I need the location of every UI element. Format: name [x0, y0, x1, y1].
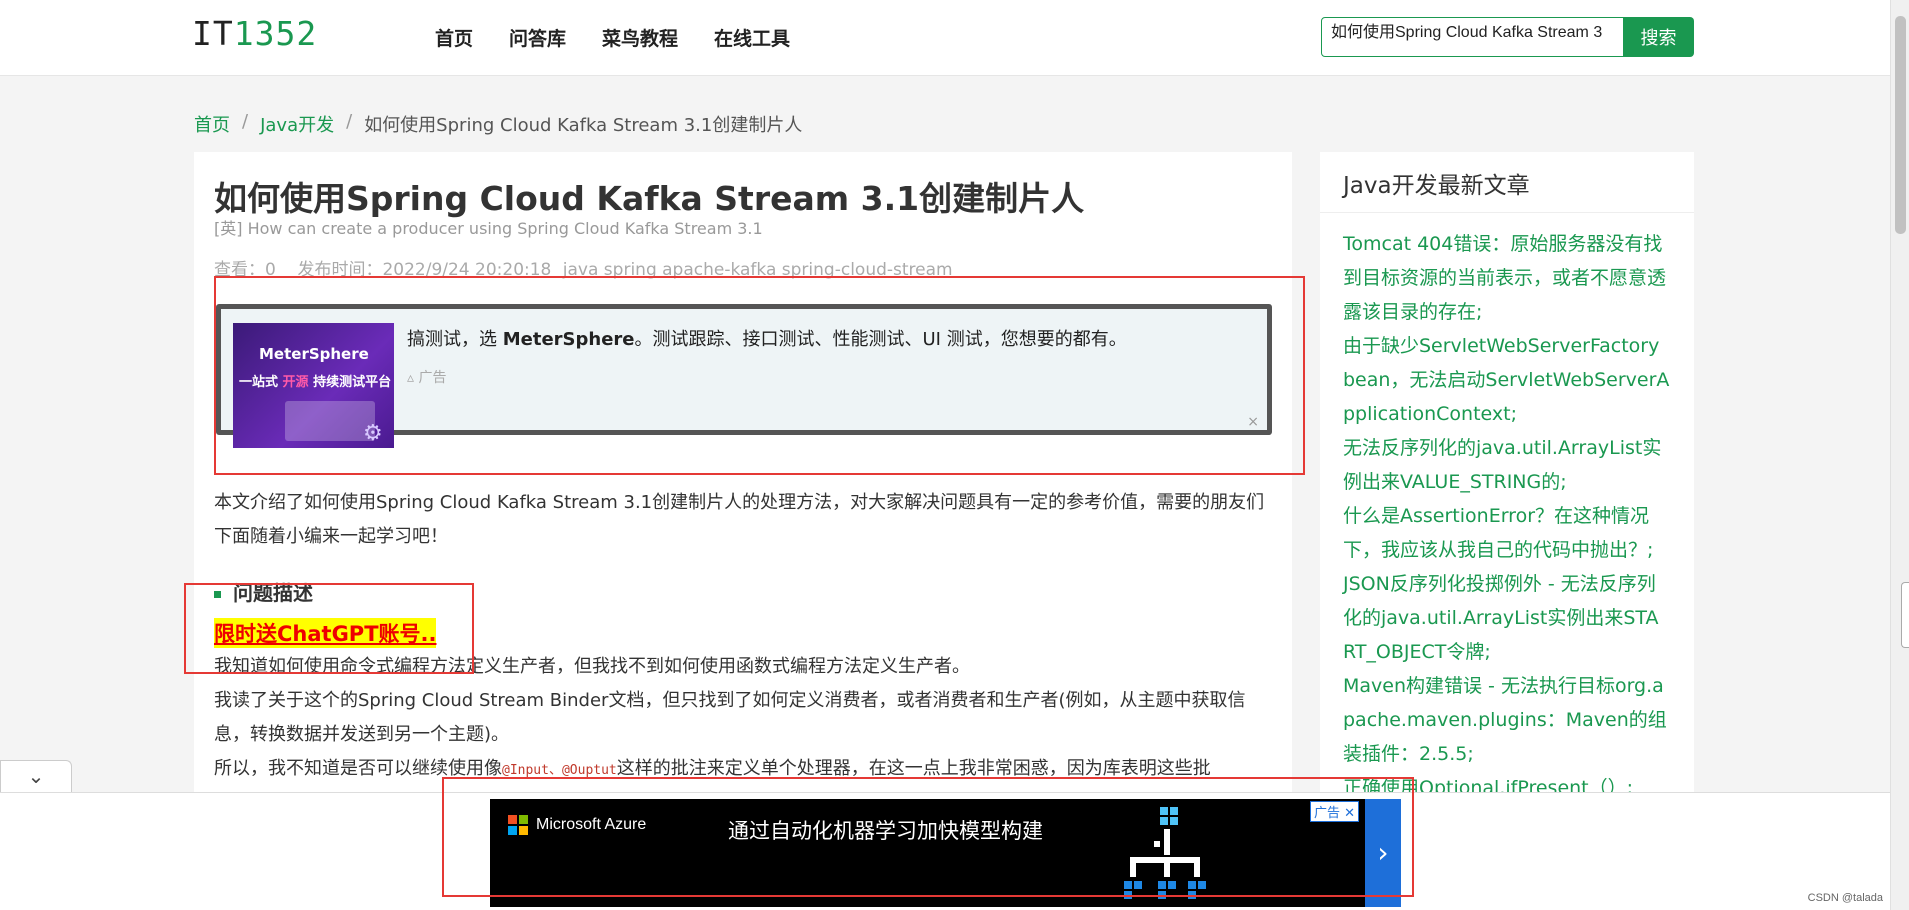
ad-label: ▵ 广告 [407, 370, 447, 386]
sidebar-link[interactable]: Tomcat 404错误：原始服务器没有找到目标资源的当前表示，或者不愿意透露该… [1343, 227, 1671, 329]
ad-text[interactable]: 搞测试，选 MeterSphere。测试跟踪、接口测试、性能测试、UI 测试，您… [407, 325, 1127, 351]
nav-tutorials[interactable]: 菜鸟教程 [602, 24, 678, 51]
azure-banner-ad[interactable]: Microsoft Azure 通过自动化机器学习加快模型构建 广告 ✕ › [490, 799, 1401, 907]
site-header: IT1352 首页 问答库 菜鸟教程 在线工具 如何使用Spring Cloud… [0, 0, 1890, 76]
nav-qa[interactable]: 问答库 [509, 24, 566, 51]
microsoft-logo-icon [508, 815, 528, 835]
ad-triangle-icon: ▵ [407, 370, 415, 386]
breadcrumb-home[interactable]: 首页 [194, 111, 230, 137]
breadcrumb-separator: / [346, 111, 353, 132]
sidebar-latest-articles: Java开发最新文章 Tomcat 404错误：原始服务器没有找到目标资源的当前… [1320, 152, 1694, 799]
sidebar-list: Tomcat 404错误：原始服务器没有找到目标资源的当前表示，或者不愿意透露该… [1320, 213, 1694, 805]
sidebar-link[interactable]: 无法反序列化的java.util.ArrayList实例出来VALUE_STRI… [1343, 431, 1671, 499]
nav-tools[interactable]: 在线工具 [714, 24, 790, 51]
search-input[interactable]: 如何使用Spring Cloud Kafka Stream 3 [1321, 17, 1624, 57]
article-paragraph: 我读了关于这个的Spring Cloud Stream Binder文档，但只找… [214, 690, 1246, 745]
article-subtitle: [英] How can create a producer using Spri… [214, 219, 763, 238]
view-count: 查看：0 [214, 260, 276, 280]
sidebar-link[interactable]: 由于缺少ServletWebServerFactory bean，无法启动Ser… [1343, 329, 1671, 431]
section-title: 问题描述 [214, 577, 313, 606]
article-title: 如何使用Spring Cloud Kafka Stream 3.1创建制片人 [214, 179, 1085, 218]
chevron-right-icon[interactable]: › [1365, 799, 1401, 907]
ad-badge[interactable]: 广告 ✕ [1309, 801, 1359, 822]
breadcrumb-current: 如何使用Spring Cloud Kafka Stream 3.1创建制片人 [364, 115, 803, 136]
sidebar-title: Java开发最新文章 [1320, 152, 1694, 213]
dashboard-illustration [285, 401, 375, 441]
ad-image-tagline: 一站式 开源 持续测试平台 [239, 375, 392, 390]
network-pixel-icon [1124, 807, 1206, 899]
breadcrumb-category[interactable]: Java开发 [260, 111, 334, 137]
sidebar-link[interactable]: Maven构建错误 - 无法执行目标org.apache.maven.plugi… [1343, 669, 1671, 771]
sidebar-link[interactable]: JSON反序列化投掷例外 - 无法反序列化的java.util.ArrayLis… [1343, 567, 1671, 669]
article-tags[interactable]: java spring apache-kafka spring-cloud-st… [563, 260, 953, 280]
metersphere-ad[interactable]: MeterSphere 一站式 开源 持续测试平台 ⚙ 搞测试，选 MeterS… [216, 304, 1272, 448]
article-paragraph: 我知道如何使用命令式编程方法定义生产者，但我找不到如何使用函数式编程方法定义生产… [214, 656, 970, 677]
ad-image[interactable]: MeterSphere 一站式 开源 持续测试平台 ⚙ [233, 323, 394, 448]
azure-ad-text: 通过自动化机器学习加快模型构建 [728, 819, 1043, 843]
watermark: CSDN @talada [1807, 892, 1883, 904]
chatgpt-promo-link[interactable]: 限时送ChatGPT账号.. [214, 618, 437, 648]
article-card: 如何使用Spring Cloud Kafka Stream 3.1创建制片人 [… [194, 152, 1292, 792]
publish-time: 发布时间：2022/9/24 20:20:18 [297, 260, 552, 280]
page-scrollbar[interactable] [1890, 0, 1909, 910]
metersphere-logo: MeterSphere [259, 345, 369, 363]
search-button[interactable]: 搜索 [1623, 17, 1694, 57]
scrollbar-thumb[interactable] [1895, 16, 1906, 234]
gear-icon: ⚙ [363, 421, 383, 446]
nav-home[interactable]: 首页 [435, 24, 473, 51]
article-paragraph: 所以，我不知道是否可以继续使用像@Input、@Ouptut这样的批注来定义单个… [214, 758, 1211, 779]
inline-code: @Input、@Ouptut [502, 763, 617, 778]
article-meta: 查看：0 发布时间：2022/9/24 20:20:18 java spring… [214, 255, 953, 280]
bullet-icon [214, 591, 221, 598]
breadcrumb: 首页 / Java开发 / 如何使用Spring Cloud Kafka Str… [194, 111, 802, 137]
breadcrumb-separator: / [242, 111, 249, 132]
article-intro: 本文介绍了如何使用Spring Cloud Kafka Stream 3.1创建… [214, 492, 1265, 547]
chevron-down-icon[interactable]: ⌄ [0, 760, 72, 792]
site-logo[interactable]: IT1352 [192, 14, 317, 53]
side-feedback-tab[interactable] [1901, 582, 1909, 648]
main-nav: 首页 问答库 菜鸟教程 在线工具 [435, 24, 790, 51]
sidebar-link[interactable]: 什么是AssertionError？在这种情况下，我应该从我自己的代码中抛出？; [1343, 499, 1671, 567]
microsoft-azure-logo: Microsoft Azure [508, 815, 646, 835]
close-icon: ✕ [1344, 806, 1355, 821]
close-icon[interactable]: × [1247, 414, 1259, 430]
